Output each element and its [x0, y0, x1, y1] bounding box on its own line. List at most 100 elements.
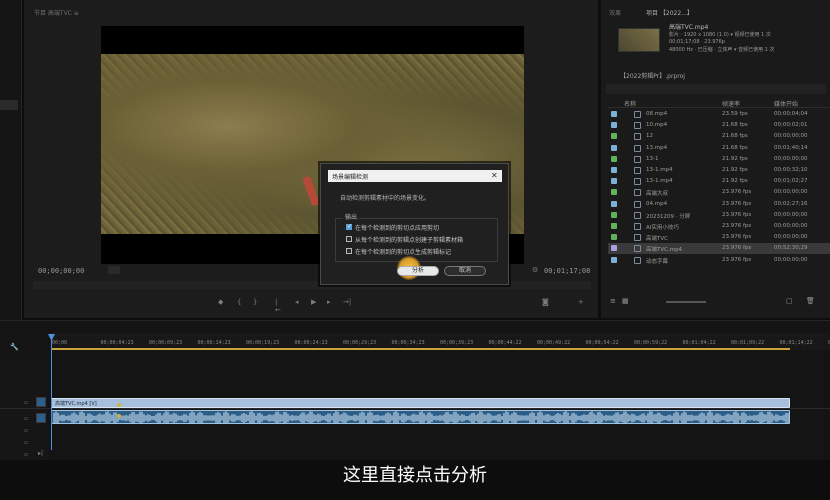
analyze-button[interactable]: 分析 [397, 266, 439, 276]
item-fps: 23.976 fps [722, 256, 752, 263]
project-item-row[interactable]: 高端大叔 23.976 fps 00;00;00;00 [608, 187, 830, 198]
output-group-label: 输出 [343, 212, 360, 221]
item-fps: 21.68 fps [722, 133, 748, 140]
cancel-button[interactable]: 取消 [444, 266, 486, 276]
option-checkbox-2[interactable] [346, 236, 352, 242]
add-button-icon[interactable]: + [578, 298, 584, 306]
label-color-swatch[interactable] [611, 211, 617, 218]
label-color-swatch[interactable] [611, 167, 617, 173]
timeline-tick-label: 00;00;04;23 [100, 340, 134, 346]
delete-icon[interactable]: 🗑 [806, 297, 815, 305]
column-fps[interactable]: 帧速率 [722, 99, 740, 108]
track-target-v[interactable] [36, 397, 46, 407]
project-item-row[interactable]: 12 21.68 fps 00;00;00;00 [608, 131, 830, 142]
close-icon[interactable]: ✕ [491, 171, 498, 180]
settings-icon[interactable]: ⚙ [532, 266, 538, 274]
mark-in-icon[interactable]: { [237, 298, 241, 306]
project-item-row[interactable]: AI实用小技巧 23.976 fps 00;00;00;00 [608, 221, 830, 232]
item-name: 高端TVC [646, 236, 668, 243]
timeline-tick-label: 00;00;24;23 [294, 340, 328, 346]
track-target-a[interactable] [36, 413, 46, 423]
project-item-row[interactable]: 13-1.mp4 21.92 fps 00;01;02;27 [608, 176, 830, 187]
project-bottom-bar: ≡ ▦ ▢ 🗑 [606, 297, 826, 307]
option-checkbox-1[interactable]: ✓ [346, 223, 352, 230]
tab-effects[interactable]: 效果 [609, 8, 621, 17]
column-start[interactable]: 媒体开始 [774, 99, 798, 108]
cancel-button-label: 取消 [458, 267, 471, 274]
label-color-swatch[interactable] [611, 155, 617, 162]
item-name: 20231209 · 分屏 [646, 213, 691, 220]
label-color-swatch[interactable] [611, 200, 617, 207]
program-monitor-tab[interactable]: 节目 高端TVC ≡ [34, 8, 79, 17]
go-to-out-icon[interactable]: →| [343, 298, 351, 306]
label-color-swatch[interactable] [611, 144, 617, 151]
item-name: 13.mp4 [646, 144, 668, 151]
clip-icon [634, 234, 641, 242]
option-checkbox-3[interactable] [346, 248, 352, 254]
item-start: 00;52;30;29 [774, 245, 808, 252]
project-file-name: 【2022剪辑Pr】.prproj [620, 73, 685, 80]
project-item-row[interactable]: 动态字幕 23.976 fps 00;00;00;00 [608, 255, 830, 266]
list-view-icon[interactable]: ≡ [610, 297, 616, 305]
new-item-icon[interactable]: ▢ [786, 297, 793, 305]
marker-icon[interactable]: ◆ [218, 298, 223, 306]
label-color-swatch[interactable] [611, 256, 617, 263]
label-color-swatch[interactable] [611, 245, 617, 252]
label-color-swatch[interactable] [611, 111, 617, 117]
label-color-swatch[interactable] [611, 133, 617, 140]
video-clip[interactable]: 高端TVC.mp4 [V] [51, 398, 790, 408]
timeline-tick-label: 00;00;34;23 [391, 340, 425, 346]
clip-thumbnail [618, 28, 660, 52]
label-color-swatch[interactable] [611, 178, 617, 185]
program-timecode-left[interactable]: 00;00;00;00 [38, 267, 84, 275]
icon-view-icon[interactable]: ▦ [622, 297, 629, 305]
project-item-row[interactable]: 13-1.mp4 21.92 fps 00;00;32;10 [608, 165, 830, 176]
track-more-icon[interactable]: ▫ [24, 427, 28, 434]
item-fps: 21.92 fps [722, 167, 748, 173]
timeline-tick-label: 00;00;49;22 [537, 340, 571, 346]
project-item-row[interactable]: 高端TVC 23.976 fps 00;00;00;00 [608, 232, 830, 243]
option-label-3: 在每个检测到的剪切点生成剪辑标记 [355, 249, 452, 256]
play-icon[interactable]: ▶ [311, 298, 316, 306]
label-color-swatch[interactable] [611, 189, 617, 196]
item-start: 00;00;00;00 [774, 155, 808, 162]
project-item-row[interactable]: 高端TVC.mp4 23.976 fps 00;52;30;29 [608, 243, 830, 255]
label-color-swatch[interactable] [611, 122, 617, 129]
item-name: AI实用小技巧 [646, 225, 679, 231]
item-start: 00;01;40;14 [774, 144, 808, 151]
project-item-row[interactable]: 13-1 21.92 fps 00;00;00;00 [608, 154, 830, 165]
tab-project[interactable]: 项目 【2022...】 [646, 8, 693, 17]
mute-icon[interactable]: ▫ [24, 415, 28, 422]
label-color-swatch[interactable] [611, 234, 617, 241]
wrench-icon[interactable]: 🔧 [10, 343, 19, 351]
item-start: 00;00;00;00 [774, 189, 808, 196]
lock-icon[interactable]: ▫ [24, 399, 28, 406]
go-to-in-icon[interactable]: |← [275, 298, 281, 314]
project-item-row[interactable]: 10.mp4 21.68 fps 00;00;02;01 [608, 120, 830, 131]
project-item-row[interactable]: 08.mp4 23.59 fps 00;00;04;04 [608, 109, 830, 120]
timeline-tick-label: 00;00;39;23 [440, 340, 474, 346]
work-area-bar[interactable] [51, 348, 790, 350]
camera-icon[interactable]: ◙ [542, 298, 549, 306]
step-back-icon[interactable]: ◂ [295, 298, 299, 306]
track-audio-2-icon[interactable]: ▫ [24, 451, 28, 458]
step-forward-icon[interactable]: ▸ [327, 298, 331, 306]
project-item-row[interactable]: 13.mp4 21.68 fps 00;01;40;14 [608, 143, 830, 154]
clip-info-2: 00;01;17;08 · 23.976p [669, 39, 725, 45]
zoom-slider[interactable] [666, 301, 706, 303]
program-timecode-right[interactable]: 00;01;17;08 [544, 267, 590, 275]
project-item-row[interactable]: 20231209 · 分屏 23.976 fps 00;00;00;00 [608, 210, 830, 221]
mark-out-icon[interactable]: } [253, 298, 257, 306]
item-start: 00;00;00;00 [774, 133, 808, 140]
zoom-fit-dropdown[interactable] [108, 266, 120, 274]
column-name[interactable]: 名称 [624, 99, 636, 108]
project-item-row[interactable]: 04.mp4 23.976 fps 00;02;27;16 [608, 199, 830, 210]
playhead-line[interactable] [51, 334, 52, 450]
label-color-swatch[interactable] [611, 223, 617, 229]
audio-clip[interactable] [51, 410, 790, 424]
item-name: 13-1.mp4 [646, 167, 673, 173]
clip-icon [634, 200, 641, 208]
track-extra-icon[interactable]: ▫ [24, 439, 28, 446]
go-to-end-icon[interactable]: ▸| [38, 450, 43, 457]
project-search-bar[interactable] [606, 84, 826, 94]
